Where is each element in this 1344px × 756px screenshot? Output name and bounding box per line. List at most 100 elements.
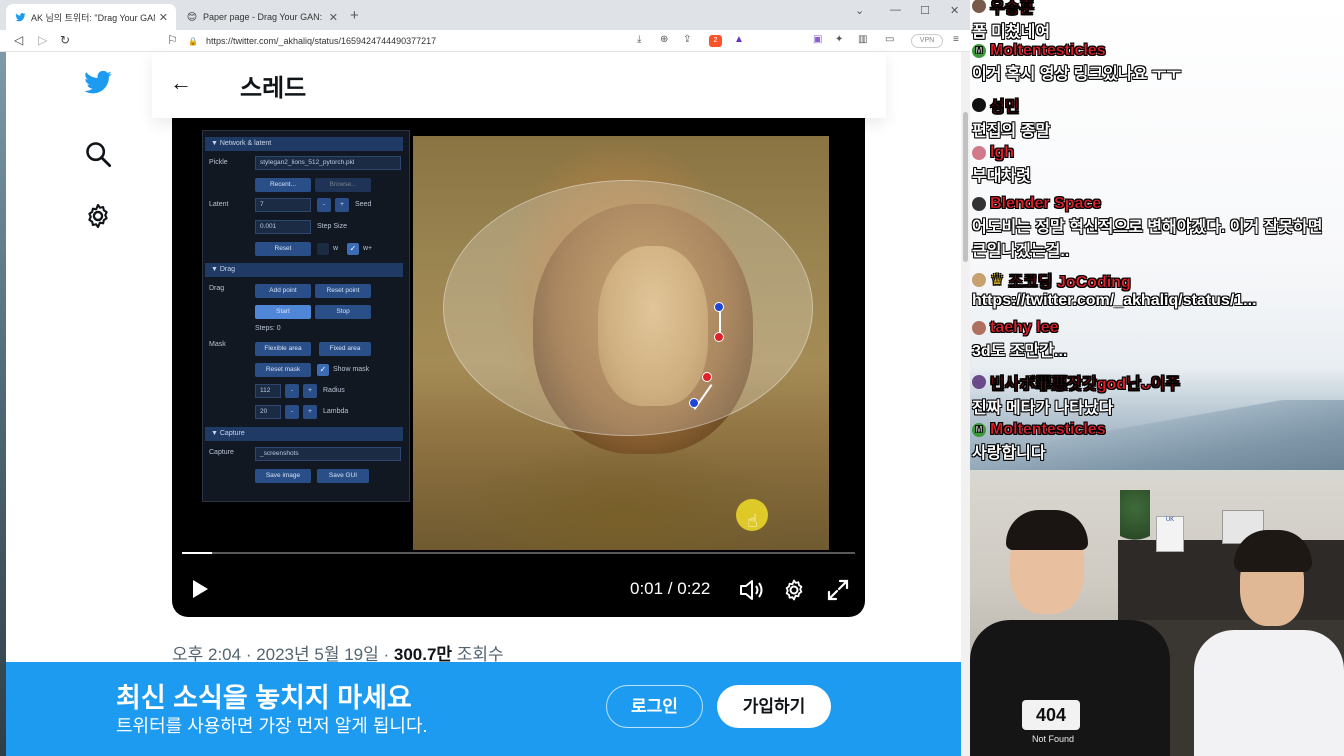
- bookmark-icon[interactable]: ⚐: [167, 33, 178, 47]
- chat-username: 조코딩 JoCoding: [1008, 274, 1131, 291]
- login-button[interactable]: 로그인: [606, 685, 703, 728]
- tab-title: Paper page - Drag Your GAN: Interac: [203, 12, 325, 22]
- tab-paper[interactable]: 😊 Paper page - Drag Your GAN: Interac ✕: [178, 4, 346, 30]
- gui-plus-button: +: [303, 384, 317, 398]
- chat-username: 우승훈: [990, 0, 1035, 17]
- gui-label: Seed: [355, 201, 372, 208]
- webcam-feed: UK 404 Not Found: [970, 470, 1344, 756]
- close-icon[interactable]: ✕: [329, 11, 338, 24]
- scrollbar-thumb[interactable]: [963, 112, 968, 262]
- gui-w-checkbox: [317, 243, 329, 255]
- chat-text: 편집의 종말: [972, 123, 1051, 140]
- brave-rewards-icon[interactable]: ▲: [734, 34, 744, 45]
- gui-reset-point-button: Reset point: [315, 284, 371, 298]
- target-point: [689, 398, 699, 408]
- gui-minus-button: -: [317, 198, 331, 212]
- gui-step-field: 0.001: [255, 220, 311, 234]
- avatar: [972, 321, 986, 335]
- thread-header: ← 스레드: [152, 52, 886, 118]
- twitter-icon: [14, 11, 26, 23]
- gui-steps-label: Steps: 0: [255, 325, 281, 332]
- back-arrow-icon[interactable]: ←: [170, 70, 192, 96]
- signup-banner: 최신 소식을 놓치지 마세요 트위터를 사용하면 가장 먼저 알게 됩니다. 로…: [6, 662, 961, 756]
- mask-area: [443, 180, 813, 436]
- back-icon[interactable]: ◁: [14, 33, 23, 47]
- gui-seed-field: 7: [255, 198, 311, 212]
- gui-plus-button: +: [303, 405, 317, 419]
- sidebar-icon[interactable]: ▥: [858, 34, 867, 45]
- search-icon[interactable]: [84, 140, 112, 173]
- banner-subtitle: 트위터를 사용하면 가장 먼저 알게 됩니다.: [116, 716, 428, 736]
- gui-recent-button: Recent...: [255, 178, 311, 192]
- wallet-icon[interactable]: ▭: [885, 34, 894, 45]
- menu-icon[interactable]: ≡: [953, 34, 959, 45]
- gear-icon[interactable]: [84, 202, 112, 235]
- chat-text: 폼 미쳤네여: [972, 24, 1051, 41]
- url-field[interactable]: 🔒 https://twitter.com/_akhaliq/status/16…: [188, 33, 488, 49]
- new-tab-icon[interactable]: +: [350, 7, 359, 24]
- signup-button[interactable]: 가입하기: [717, 685, 831, 728]
- gui-label: Radius: [323, 387, 345, 394]
- reload-icon[interactable]: ↻: [60, 33, 70, 47]
- chat-message: 빈사ボ罪悪잣갓god난ᴗ이주 진짜 메타가 나타났다: [972, 370, 1180, 418]
- gui-fixed-button: Fixed area: [319, 342, 371, 356]
- gui-section-drag: ▼ Drag: [205, 263, 403, 277]
- video-progress-bar[interactable]: [182, 552, 855, 554]
- fullscreen-icon[interactable]: [826, 578, 850, 607]
- extension-m-icon[interactable]: ▣: [813, 34, 822, 45]
- chat-text: 큰일나겠는걸..: [972, 243, 1070, 260]
- vpn-button[interactable]: VPN: [911, 34, 943, 48]
- brave-shield-icon[interactable]: 2: [709, 35, 722, 47]
- shirt-subtext: Not Found: [1032, 734, 1075, 744]
- handle-point: [714, 332, 724, 342]
- gui-label: Latent: [209, 201, 229, 208]
- close-icon[interactable]: ✕: [159, 11, 168, 24]
- gui-section-network: ▼ Network & latent: [205, 137, 403, 151]
- gui-label: Drag: [209, 285, 225, 292]
- streamer-right: [1194, 530, 1344, 756]
- gui-capture-field: _screenshots: [255, 447, 401, 461]
- chevron-down-icon[interactable]: ⌄: [855, 4, 864, 17]
- chat-text: 부대차렷: [972, 168, 1031, 185]
- avatar: [972, 98, 986, 112]
- chat-message: M Moltentesticles 사랑합니다: [972, 421, 1106, 463]
- share-icon[interactable]: ⇪: [683, 34, 691, 45]
- gui-save-gui-button: Save GUI: [317, 469, 369, 483]
- minimize-icon[interactable]: —: [890, 4, 901, 16]
- hair: [1234, 530, 1312, 572]
- maximize-icon[interactable]: ☐: [920, 4, 930, 17]
- hf-icon: 😊: [186, 11, 198, 23]
- page-scrollbar[interactable]: [961, 52, 970, 756]
- chat-message: 성민 편집의 종말: [972, 93, 1050, 141]
- gui-label: Capture: [209, 449, 234, 456]
- twitter-logo-icon[interactable]: [81, 68, 115, 103]
- gui-minus-button: -: [285, 405, 299, 419]
- download-icon[interactable]: ⤓: [637, 34, 641, 45]
- chat-message: 우승훈 폼 미쳤네여: [972, 0, 1050, 42]
- gear-icon[interactable]: [782, 578, 806, 607]
- avatar: [972, 375, 986, 389]
- chat-text: 이거 혹시 영상 링크있나요 ㅜㅜ: [972, 66, 1182, 83]
- chat-username: Moltentesticles: [990, 42, 1106, 59]
- chat-username: 성민: [990, 99, 1020, 116]
- target-point: [714, 302, 724, 312]
- volume-icon[interactable]: [738, 578, 764, 607]
- screen: AK 님의 트위터: "Drag Your GAN: ✕ 😊 Paper pag…: [0, 0, 1344, 756]
- gui-start-button: Start: [255, 305, 311, 319]
- chat-text: 사랑합니다: [972, 445, 1046, 462]
- puzzle-icon[interactable]: ✦: [835, 34, 843, 45]
- handle-point: [702, 372, 712, 382]
- gui-show-mask-checkbox: ✓: [317, 364, 329, 376]
- chat-message: taehy lee 3d도 조만간...: [972, 319, 1067, 361]
- browser-window: AK 님의 트위터: "Drag Your GAN: ✕ 😊 Paper pag…: [0, 0, 970, 756]
- forward-icon[interactable]: ▷: [38, 33, 47, 47]
- tab-twitter[interactable]: AK 님의 트위터: "Drag Your GAN: ✕: [6, 4, 176, 30]
- gui-plus-button: +: [335, 198, 349, 212]
- zoom-icon[interactable]: ⊕: [660, 34, 668, 45]
- play-icon[interactable]: [190, 578, 210, 605]
- chat-text: 어도비는 정말 혁신적으로 변해야겠다. 이거 잘못하면: [972, 219, 1323, 236]
- lock-icon: 🔒: [188, 36, 198, 46]
- gui-add-point-button: Add point: [255, 284, 311, 298]
- close-window-icon[interactable]: ✕: [950, 4, 959, 17]
- video-player[interactable]: ▼ Network & latent Pickle stylegan2_lion…: [172, 118, 865, 617]
